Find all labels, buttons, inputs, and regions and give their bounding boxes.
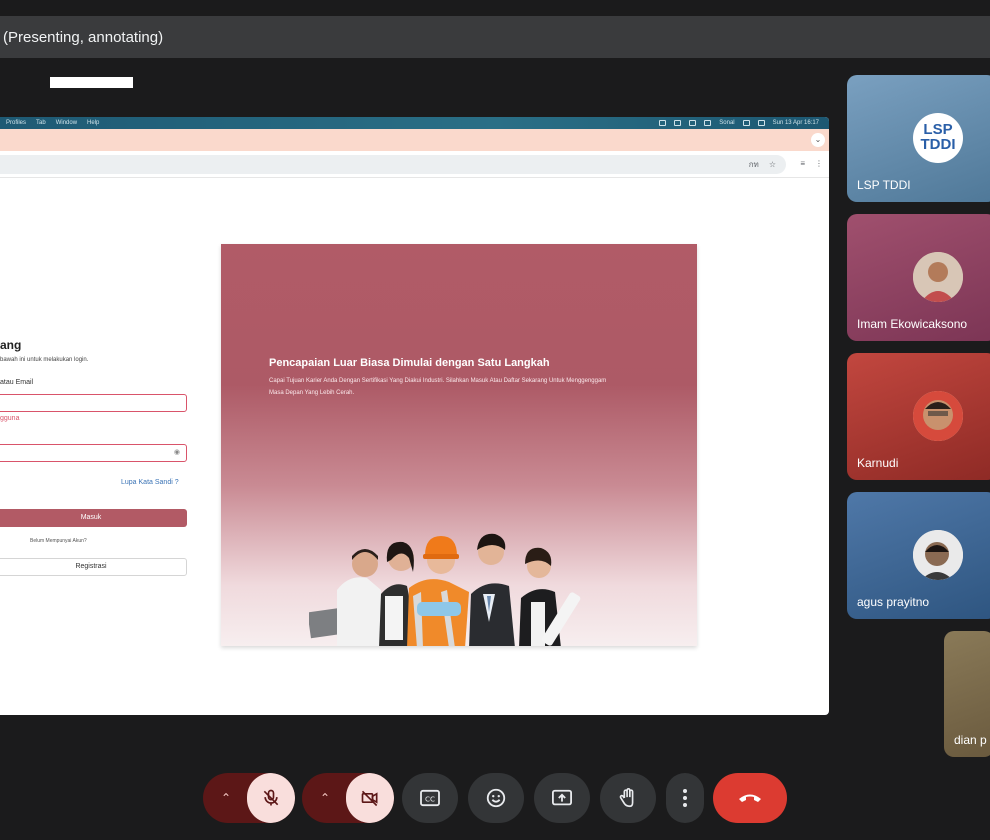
avatar: [913, 391, 963, 441]
login-panel: ang bawah ini untuk melakukan login. ata…: [0, 178, 215, 715]
more-options-button[interactable]: [666, 773, 704, 823]
end-call-icon: [739, 794, 761, 802]
hand-icon: [619, 788, 634, 808]
wifi-icon: [757, 120, 765, 126]
no-account-text: Belum Mempunyai Akun?: [30, 538, 87, 544]
clock-text: Sun 13 Apr 16:17: [772, 120, 819, 126]
mic-control: ⌃: [203, 773, 295, 823]
register-button[interactable]: Registrasi: [0, 558, 187, 576]
menu-item-help[interactable]: Help: [87, 120, 99, 126]
mic-off-icon: [263, 789, 279, 806]
status-icon: [659, 120, 667, 126]
participant-tile[interactable]: LSP TDDI LSP TDDI: [847, 75, 990, 202]
hero-banner: Pencapaian Luar Biasa Dimulai dengan Sat…: [221, 244, 697, 646]
menu-item-window[interactable]: Window: [56, 120, 77, 126]
email-error: gguna: [0, 415, 20, 422]
email-label: atau Email: [0, 379, 34, 386]
eye-icon[interactable]: ◉: [174, 448, 180, 456]
camera-off-button[interactable]: [346, 773, 394, 823]
camera-off-icon: [361, 790, 378, 807]
password-field[interactable]: ◉: [0, 444, 187, 462]
participant-name: dian p: [954, 733, 987, 747]
more-vert-icon: [683, 789, 687, 807]
person-photo-icon: [913, 530, 963, 580]
present-button[interactable]: [534, 773, 590, 823]
professionals-illustration: [309, 533, 581, 646]
avatar: [913, 252, 963, 302]
browser-tab-strip: ⌄: [0, 129, 829, 151]
status-user: Sonal: [719, 120, 735, 126]
email-field[interactable]: [0, 394, 187, 412]
chevron-up-icon[interactable]: ⌃: [203, 773, 249, 823]
status-icon: [704, 120, 712, 126]
forgot-password-link[interactable]: Lupa Kata Sandi ?: [121, 479, 179, 486]
status-icon: [689, 120, 697, 126]
annotation-mark: [50, 77, 133, 88]
logo-text: TDDI: [920, 136, 956, 153]
login-subtitle: bawah ini untuk melakukan login.: [0, 357, 89, 363]
menu-item-profiles[interactable]: Profiles: [6, 120, 26, 126]
participant-name: agus prayitno: [857, 595, 930, 609]
hero-body: Capai Tujuan Karier Anda Dengan Sertifik…: [269, 378, 607, 396]
svg-text:CC: CC: [425, 795, 435, 804]
avatar: LSP TDDI: [913, 113, 963, 163]
login-button[interactable]: Masuk: [0, 509, 187, 527]
extensions-icon[interactable]: ≡: [800, 159, 805, 168]
avatar: [913, 530, 963, 580]
volume-icon: [742, 120, 750, 126]
chevron-up-icon[interactable]: ⌃: [302, 773, 348, 823]
participant-tile[interactable]: agus prayitno: [847, 492, 990, 619]
translate-icon[interactable]: กท: [749, 158, 759, 171]
hero-headline: Pencapaian Luar Biasa Dimulai dengan Sat…: [269, 357, 550, 369]
browser-toolbar: กท ☆ ≡ ⋮: [0, 151, 829, 178]
login-title: ang: [0, 338, 22, 352]
person-photo-icon: [913, 391, 963, 441]
address-bar[interactable]: กท ☆: [0, 155, 786, 174]
mic-off-button[interactable]: [247, 773, 295, 823]
camera-control: ⌃: [302, 773, 394, 823]
captions-button[interactable]: CC: [402, 773, 458, 823]
participant-tile[interactable]: Imam Ekowicaksono: [847, 214, 990, 341]
more-vert-icon[interactable]: ⋮: [815, 159, 823, 168]
mac-menu-bar: Profiles Tab Window Help Sonal Sun 13 Ap…: [0, 117, 829, 129]
person-photo-icon: [913, 252, 963, 302]
status-icon: [674, 120, 682, 126]
participant-tile[interactable]: dian p: [944, 631, 990, 757]
emoji-icon: [486, 788, 506, 808]
chevron-down-icon[interactable]: ⌄: [811, 133, 825, 147]
meeting-title-bar: (Presenting, annotating): [0, 16, 990, 58]
meeting-title: (Presenting, annotating): [3, 28, 164, 46]
raise-hand-button[interactable]: [600, 773, 656, 823]
participant-name: Imam Ekowicaksono: [857, 317, 968, 331]
participant-name: LSP TDDI: [857, 178, 911, 192]
captions-icon: CC: [420, 789, 440, 807]
menu-item-tab[interactable]: Tab: [36, 120, 46, 126]
shared-screen: Profiles Tab Window Help Sonal Sun 13 Ap…: [0, 117, 829, 715]
reactions-button[interactable]: [468, 773, 524, 823]
participant-name: Karnudi: [857, 456, 899, 470]
star-icon[interactable]: ☆: [769, 160, 776, 169]
leave-call-button[interactable]: [713, 773, 787, 823]
present-icon: [552, 789, 572, 806]
logo-text: LSP: [923, 121, 953, 138]
participant-tile[interactable]: Karnudi: [847, 353, 990, 480]
